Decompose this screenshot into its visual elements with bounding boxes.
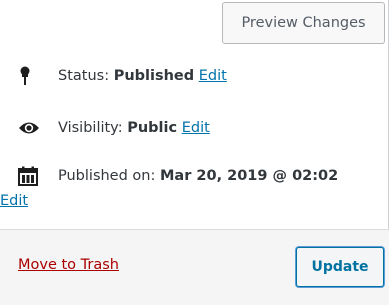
status-label: Status:	[58, 68, 110, 84]
visibility-label: Visibility:	[58, 120, 123, 136]
published-edit-link[interactable]: Edit	[0, 190, 28, 212]
publish-panel: Preview Changes Status: Published Edit V…	[0, 0, 389, 305]
preview-changes-button[interactable]: Preview Changes	[222, 2, 385, 44]
eye-icon	[18, 117, 44, 139]
visibility-row: Visibility: Public Edit	[18, 117, 378, 139]
pin-icon	[18, 65, 44, 87]
published-row: Published on: Mar 20, 2019 @ 02:02 Edit	[0, 165, 378, 209]
publish-actions: Move to Trash Update	[0, 230, 389, 305]
status-value: Published	[113, 68, 195, 84]
visibility-value: Public	[127, 120, 178, 136]
status-row: Status: Published Edit	[18, 65, 378, 87]
status-edit-link[interactable]: Edit	[199, 68, 227, 84]
calendar-icon	[18, 165, 44, 187]
visibility-edit-link[interactable]: Edit	[182, 120, 210, 136]
published-label: Published on:	[58, 168, 156, 184]
update-button[interactable]: Update	[296, 247, 384, 287]
move-to-trash-link[interactable]: Move to Trash	[18, 257, 119, 273]
published-value: Mar 20, 2019 @ 02:02	[159, 168, 339, 184]
